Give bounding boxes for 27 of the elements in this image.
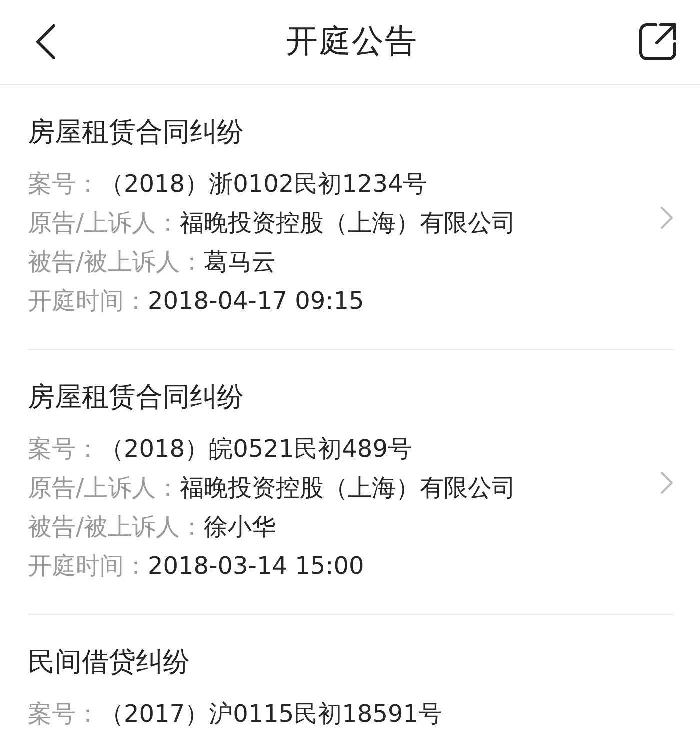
share-icon (638, 22, 678, 62)
field-label: 案号： (28, 169, 100, 200)
case-card[interactable]: 民间借贷纠纷 案号：（2017）沪0115民初18591号 (28, 615, 674, 735)
field-value: 2018-03-14 15:00 (148, 551, 364, 582)
field-value: 福晚投资控股（上海）有限公司 (180, 473, 516, 504)
case-title: 民间借贷纠纷 (28, 646, 191, 680)
field-label: 案号： (28, 434, 100, 465)
back-icon (34, 23, 58, 61)
field-label: 被告/被上诉人： (28, 512, 204, 543)
case-title: 房屋租赁合同纠纷 (28, 116, 245, 150)
field-label: 开庭时间： (28, 286, 148, 317)
field-label: 原告/上诉人： (28, 473, 180, 504)
field-value: 葛马云 (204, 247, 276, 278)
field-value: 2018-04-17 09:15 (148, 286, 364, 317)
field-value: （2018）皖0521民初489号 (100, 434, 412, 465)
case-title: 房屋租赁合同纠纷 (28, 381, 245, 415)
field-label: 原告/上诉人： (28, 208, 180, 239)
field-value: （2018）浙0102民初1234号 (100, 169, 428, 200)
field-value: 徐小华 (204, 512, 276, 543)
field-label: 开庭时间： (28, 551, 148, 582)
page-title: 开庭公告 (286, 21, 418, 62)
field-label: 被告/被上诉人： (28, 247, 204, 278)
field-label: 案号： (28, 699, 100, 730)
case-card[interactable]: 房屋租赁合同纠纷 案号：（2018）浙0102民初1234号 原告/上诉人：福晚投资控股（上海）有限公司 被告/被上诉人：葛马云 开庭时间：2018-04-17 09:15 (28, 85, 674, 350)
field-value: （2017）沪0115民初18591号 (100, 699, 443, 730)
field-value: 福晚投资控股（上海）有限公司 (180, 208, 516, 239)
case-card[interactable]: 房屋租赁合同纠纷 案号：（2018）皖0521民初489号 原告/上诉人：福晚投资控股（上海）有限公司 被告/被上诉人：徐小华 开庭时间：2018-03-14 15:00 (28, 350, 674, 615)
